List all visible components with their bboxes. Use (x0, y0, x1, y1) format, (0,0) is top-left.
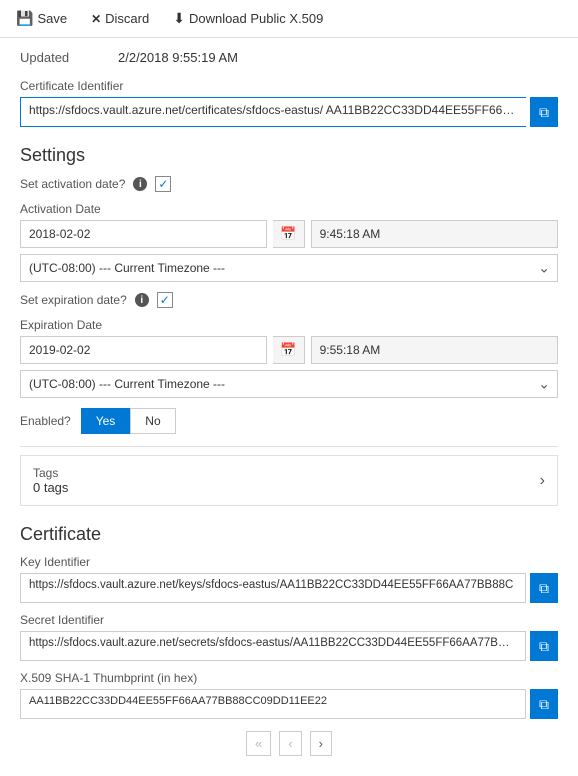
tags-label: Tags (33, 466, 68, 480)
expiration-datetime-row: 2019-02-02 📅 9:55:18 AM (20, 336, 558, 364)
activation-timezone-wrapper: (UTC-08:00) --- Current Timezone --- (20, 254, 558, 282)
thumbprint-copy-icon: ⧉ (539, 696, 549, 713)
secret-copy-icon: ⧉ (539, 638, 549, 655)
activation-datetime-row: 2018-02-02 📅 9:45:18 AM (20, 220, 558, 248)
tags-chevron-right-icon: › (540, 472, 545, 490)
divider-1 (20, 446, 558, 447)
certificate-identifier-input[interactable]: https://sfdocs.vault.azure.net/certifica… (20, 97, 526, 127)
nav-first-button[interactable]: « (246, 731, 271, 756)
nav-prev-button[interactable]: ‹ (279, 731, 301, 756)
updated-label: Updated (20, 50, 110, 65)
updated-row: Updated 2/2/2018 9:55:19 AM (20, 50, 558, 65)
key-identifier-input[interactable]: https://sfdocs.vault.azure.net/keys/sfdo… (20, 573, 526, 603)
expiration-date-checkbox[interactable] (157, 292, 173, 308)
activation-date-field-label: Activation Date (20, 202, 558, 216)
activation-date-toggle-row: Set activation date? i (20, 176, 558, 192)
activation-time-input[interactable]: 9:45:18 AM (311, 220, 558, 248)
copy-icon: ⧉ (539, 104, 549, 121)
thumbprint-input[interactable]: AA11BB22CC33DD44EE55FF66AA77BB88CC09DD11… (20, 689, 526, 719)
toolbar: Save Discard Download Public X.509 (0, 0, 578, 38)
activation-calendar-button[interactable]: 📅 (273, 220, 304, 248)
save-button[interactable]: Save (12, 8, 71, 29)
secret-identifier-copy-button[interactable]: ⧉ (530, 631, 558, 661)
settings-heading: Settings (20, 145, 558, 166)
tags-content: Tags 0 tags (33, 466, 68, 495)
enabled-label: Enabled? (20, 414, 71, 428)
expiration-calendar-button[interactable]: 📅 (273, 336, 304, 364)
enabled-yes-button[interactable]: Yes (81, 408, 131, 434)
download-button[interactable]: Download Public X.509 (169, 8, 327, 29)
download-icon (173, 10, 185, 27)
updated-value: 2/2/2018 9:55:19 AM (118, 50, 238, 65)
nav-arrows: « ‹ › (20, 719, 558, 764)
expiration-date-info-icon[interactable]: i (135, 293, 149, 307)
secret-identifier-row: https://sfdocs.vault.azure.net/secrets/s… (20, 631, 558, 661)
expiration-time-input[interactable]: 9:55:18 AM (311, 336, 558, 364)
activation-date-input[interactable]: 2018-02-02 (20, 220, 267, 248)
key-identifier-row: https://sfdocs.vault.azure.net/keys/sfdo… (20, 573, 558, 603)
save-label: Save (37, 11, 67, 26)
key-copy-icon: ⧉ (539, 580, 549, 597)
expiration-timezone-select[interactable]: (UTC-08:00) --- Current Timezone --- (20, 370, 558, 398)
activation-date-toggle-label: Set activation date? (20, 177, 125, 191)
calendar-icon: 📅 (280, 226, 296, 242)
activation-date-info-icon[interactable]: i (133, 177, 147, 191)
tags-row[interactable]: Tags 0 tags › (20, 455, 558, 506)
enabled-no-button[interactable]: No (130, 408, 175, 434)
save-icon (16, 10, 33, 27)
enabled-row: Enabled? Yes No (20, 408, 558, 434)
expiration-timezone-wrapper: (UTC-08:00) --- Current Timezone --- (20, 370, 558, 398)
discard-label: Discard (105, 11, 149, 26)
nav-next-button[interactable]: › (310, 731, 332, 756)
certificate-heading: Certificate (20, 524, 558, 545)
activation-date-checkbox[interactable] (155, 176, 171, 192)
expiration-date-input[interactable]: 2019-02-02 (20, 336, 267, 364)
certificate-identifier-row: https://sfdocs.vault.azure.net/certifica… (20, 97, 558, 127)
content-area: Updated 2/2/2018 9:55:19 AM Certificate … (0, 38, 578, 776)
certificate-identifier-copy-button[interactable]: ⧉ (530, 97, 558, 127)
secret-identifier-label: Secret Identifier (20, 613, 558, 627)
activation-timezone-select[interactable]: (UTC-08:00) --- Current Timezone --- (20, 254, 558, 282)
download-label: Download Public X.509 (189, 11, 323, 26)
tags-count: 0 tags (33, 480, 68, 495)
thumbprint-copy-button[interactable]: ⧉ (530, 689, 558, 719)
discard-button[interactable]: Discard (87, 9, 153, 28)
expiration-date-field-label: Expiration Date (20, 318, 558, 332)
thumbprint-label: X.509 SHA-1 Thumbprint (in hex) (20, 671, 558, 685)
key-identifier-copy-button[interactable]: ⧉ (530, 573, 558, 603)
key-identifier-label: Key Identifier (20, 555, 558, 569)
secret-identifier-input[interactable]: https://sfdocs.vault.azure.net/secrets/s… (20, 631, 526, 661)
expiration-date-toggle-label: Set expiration date? (20, 293, 127, 307)
certificate-identifier-label: Certificate Identifier (20, 79, 558, 93)
discard-icon (91, 11, 101, 26)
expiration-date-toggle-row: Set expiration date? i (20, 292, 558, 308)
thumbprint-row: AA11BB22CC33DD44EE55FF66AA77BB88CC09DD11… (20, 689, 558, 719)
expiration-calendar-icon: 📅 (280, 342, 296, 358)
